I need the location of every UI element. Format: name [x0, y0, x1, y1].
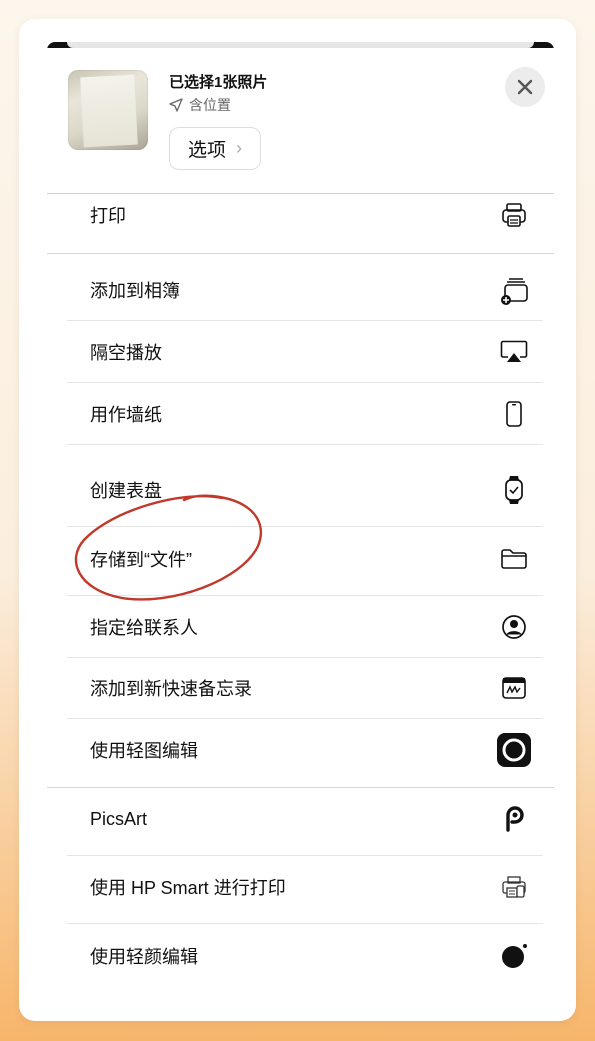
add-to-album-icon [494, 270, 534, 310]
location-label: 含位置 [189, 97, 231, 113]
action-label: 添加到相簿 [90, 281, 180, 301]
hp-smart-icon [494, 867, 534, 907]
action-add-to-album[interactable]: 添加到相簿 [67, 259, 543, 321]
action-label: PicsArt [90, 808, 148, 829]
phone-icon [494, 394, 534, 434]
options-button[interactable]: 选项 › [169, 127, 261, 170]
action-edit-with-qingyan[interactable]: 使用轻颜编辑 [67, 925, 543, 987]
action-label: 使用 HP Smart 进行打印 [90, 878, 286, 898]
action-label: 添加到新快速备忘录 [90, 679, 252, 699]
action-use-as-wallpaper[interactable]: 用作墙纸 [67, 383, 543, 445]
location-info: 含位置 [169, 95, 231, 115]
action-edit-with-qingtu[interactable]: 使用轻图编辑 [67, 719, 543, 781]
picsart-icon [494, 799, 534, 839]
action-label: 用作墙纸 [90, 405, 162, 425]
close-icon [517, 79, 533, 95]
row-separator [67, 444, 543, 445]
folder-icon [494, 539, 534, 579]
app-dot-icon [494, 936, 534, 976]
printer-icon [494, 195, 534, 235]
contact-icon [494, 607, 534, 647]
chevron-right-icon: › [236, 138, 242, 158]
action-hp-smart-print[interactable]: 使用 HP Smart 进行打印 [67, 856, 543, 918]
options-label: 选项 [187, 140, 226, 161]
action-picsart[interactable]: PicsArt [67, 788, 543, 850]
photo-thumbnail [68, 70, 148, 150]
row-separator [67, 923, 543, 924]
annotation-circle [74, 494, 263, 601]
selection-title: 已选择1张照片 [169, 74, 268, 91]
action-label: 指定给联系人 [90, 618, 198, 638]
quick-note-icon [494, 668, 534, 708]
app-circle-icon [494, 730, 534, 770]
action-airplay[interactable]: 隔空播放 [67, 321, 543, 383]
action-print[interactable]: 打印 [67, 184, 543, 246]
action-label: 使用轻图编辑 [90, 741, 198, 761]
group-divider [47, 253, 554, 254]
location-arrow-icon [169, 98, 183, 112]
action-label: 隔空播放 [90, 343, 162, 363]
action-label: 打印 [90, 206, 126, 226]
airplay-icon [494, 332, 534, 372]
action-add-to-quick-note[interactable]: 添加到新快速备忘录 [67, 657, 543, 719]
watch-icon [494, 470, 534, 510]
close-button[interactable] [505, 67, 545, 107]
action-assign-to-contact[interactable]: 指定给联系人 [67, 596, 543, 658]
action-label: 使用轻颜编辑 [90, 947, 198, 967]
